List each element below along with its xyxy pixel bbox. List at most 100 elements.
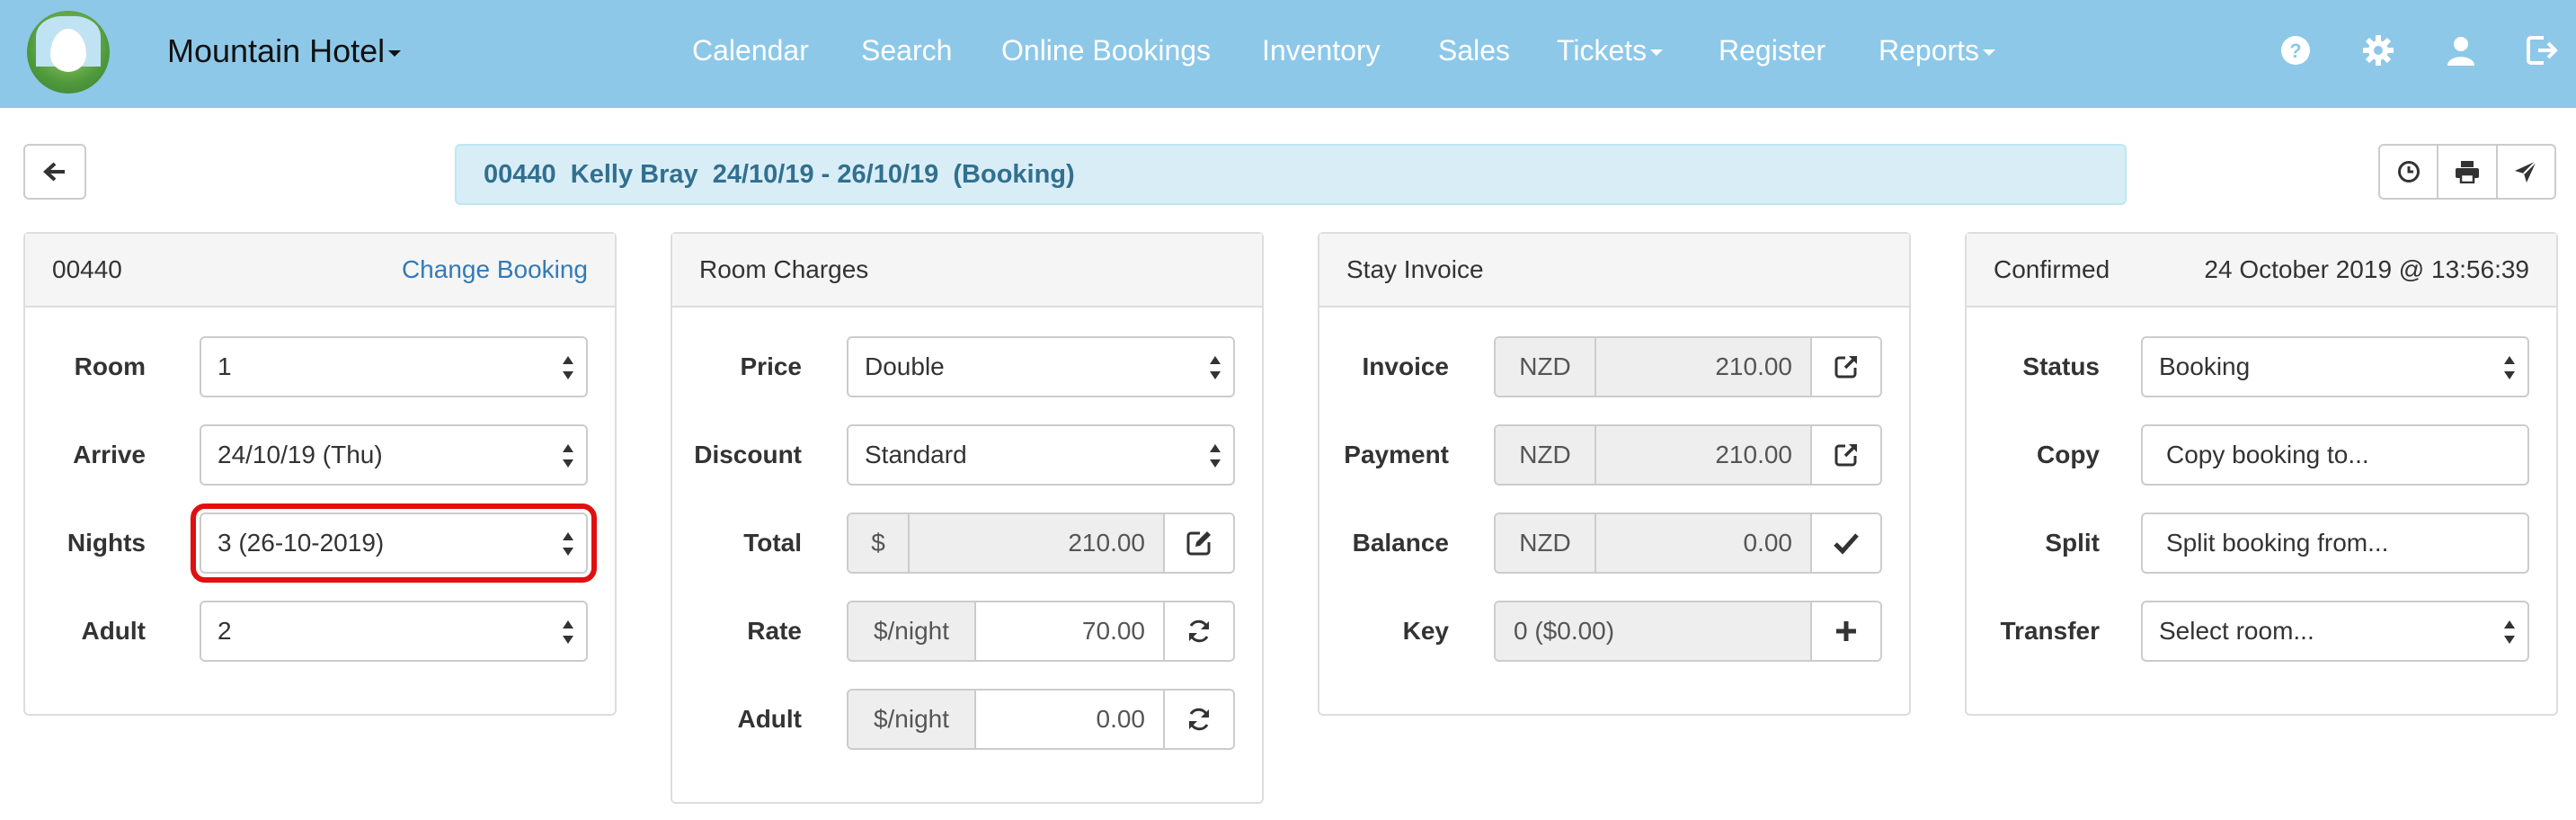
history-button[interactable] [2380,146,2439,198]
invoice-row: Invoice NZD 210.00 [1319,336,1909,397]
price-row: Price Double [672,336,1262,397]
transfer-row: Transfer Select room... [1967,601,2556,662]
invoice-input-group: NZD 210.00 [1494,336,1882,397]
nav-calendar[interactable]: Calendar [692,34,809,67]
chevron-down-icon [388,49,402,57]
refresh-icon [1189,708,1209,731]
status-value: Booking [2159,352,2251,380]
stay-invoice-panel: Stay Invoice Invoice NZD 210.00 Payment … [1318,232,1911,716]
price-select[interactable]: Double [847,336,1235,397]
room-select[interactable]: 1 [200,336,588,397]
key-field: 0 ($0.00) [1496,602,1810,660]
arrive-label: Arrive [73,441,146,468]
stay-invoice-title: Stay Invoice [1346,255,1484,283]
select-arrows-icon [563,354,573,381]
status-select[interactable]: Booking [2141,336,2529,397]
arrive-select[interactable]: 24/10/19 (Thu) [200,424,588,486]
select-arrows-icon [1210,442,1221,469]
transfer-room-select[interactable]: Select room... [2141,601,2529,662]
adult-row: Adult 2 [25,601,615,662]
refresh-rate-button[interactable] [1163,602,1233,660]
add-key-button[interactable] [1810,602,1880,660]
send-button[interactable] [2498,146,2554,198]
status-label: Status [2022,352,2100,380]
discount-value: Standard [865,441,967,468]
help-icon[interactable]: ? [2279,34,2312,67]
balance-label: Balance [1352,529,1449,557]
adult-rate-field[interactable]: 0.00 [976,691,1163,748]
property-name: Mountain Hotel [167,32,386,69]
booking-summary-banner: 00440 Kelly Bray 24/10/19 - 26/10/19 (Bo… [455,144,2127,205]
booking-timestamp: 24 October 2019 @ 13:56:39 [2204,255,2529,283]
select-arrows-icon [2504,619,2515,646]
discount-row: Discount Standard [672,424,1262,486]
refresh-icon [1189,619,1209,643]
nights-row: Nights 3 (26-10-2019) [25,504,615,583]
adult-label: Adult [81,617,146,645]
total-field: 210.00 [910,514,1163,572]
print-button[interactable] [2438,146,2498,198]
adult-select[interactable]: 2 [200,601,588,662]
room-charges-heading: Room Charges [672,234,1262,308]
total-input-group: $ 210.00 [847,512,1235,574]
transfer-label: Transfer [2000,617,2101,645]
copy-row: Copy Copy booking to... [1967,424,2556,486]
user-icon[interactable] [2445,34,2477,67]
edit-icon [1186,531,1211,556]
chevron-down-icon [1983,49,1996,57]
nights-select[interactable]: 3 (26-10-2019) [191,504,597,583]
key-input-group: 0 ($0.00) [1494,601,1882,662]
rate-row: Rate $/night 70.00 [672,601,1262,662]
stay-invoice-heading: Stay Invoice [1319,234,1909,308]
select-arrows-icon [563,442,573,469]
select-arrows-icon [1210,354,1221,381]
change-booking-link[interactable]: Change Booking [402,255,588,284]
refresh-adult-rate-button[interactable] [1163,691,1233,748]
room-charges-title: Room Charges [699,255,869,283]
nav-reports[interactable]: Reports [1879,34,1996,67]
check-icon [1834,533,1859,555]
edit-total-button[interactable] [1163,514,1233,572]
arrive-row: Arrive 24/10/19 (Thu) [25,424,615,486]
copy-label: Copy [2037,441,2100,468]
adult-rate-label: Adult [737,705,802,733]
total-label: Total [743,529,802,557]
adult-rate-row: Adult $/night 0.00 [672,689,1262,750]
invoice-label: Invoice [1362,352,1449,380]
balance-ok-button[interactable] [1810,514,1880,572]
back-arrow-icon [43,162,65,182]
nav-online-bookings[interactable]: Online Bookings [1001,34,1211,67]
nav-sales[interactable]: Sales [1438,34,1510,67]
room-label: Room [74,352,146,380]
external-link-icon [1834,444,1857,467]
discount-select[interactable]: Standard [847,424,1235,486]
nav-tickets[interactable]: Tickets [1557,34,1664,67]
arrive-value: 24/10/19 (Thu) [218,441,383,468]
gear-icon[interactable] [2362,34,2394,67]
copy-booking-field[interactable]: Copy booking to... [2141,424,2529,486]
open-payment-button[interactable] [1810,426,1880,484]
booking-state: Confirmed [1994,255,2110,283]
back-button[interactable] [23,144,86,200]
hotel-logo[interactable] [27,11,110,94]
nav-register[interactable]: Register [1719,34,1825,67]
nights-value: 3 (26-10-2019) [218,529,385,557]
booking-actions-group [2378,144,2556,200]
external-link-icon [1834,356,1857,379]
rate-unit: $/night [848,602,976,660]
nights-label: Nights [67,529,146,557]
property-dropdown[interactable]: Mountain Hotel [167,32,402,70]
split-booking-field[interactable]: Split booking from... [2141,512,2529,574]
nav-inventory[interactable]: Inventory [1262,34,1381,67]
adult-value: 2 [218,617,232,645]
booking-details-panel: 00440 Change Booking Room 1 Arrive 24/10… [23,232,617,716]
rate-input-group: $/night 70.00 [847,601,1235,662]
room-charges-panel: Room Charges Price Double Discount Stand… [671,232,1264,804]
nav-search[interactable]: Search [861,34,952,67]
logout-icon[interactable] [2526,34,2558,67]
rate-field[interactable]: 70.00 [976,602,1163,660]
nav-tickets-label: Tickets [1557,34,1648,67]
split-row: Split Split booking from... [1967,512,2556,574]
booking-panel-heading: 00440 Change Booking [25,234,615,308]
open-invoice-button[interactable] [1810,338,1880,396]
